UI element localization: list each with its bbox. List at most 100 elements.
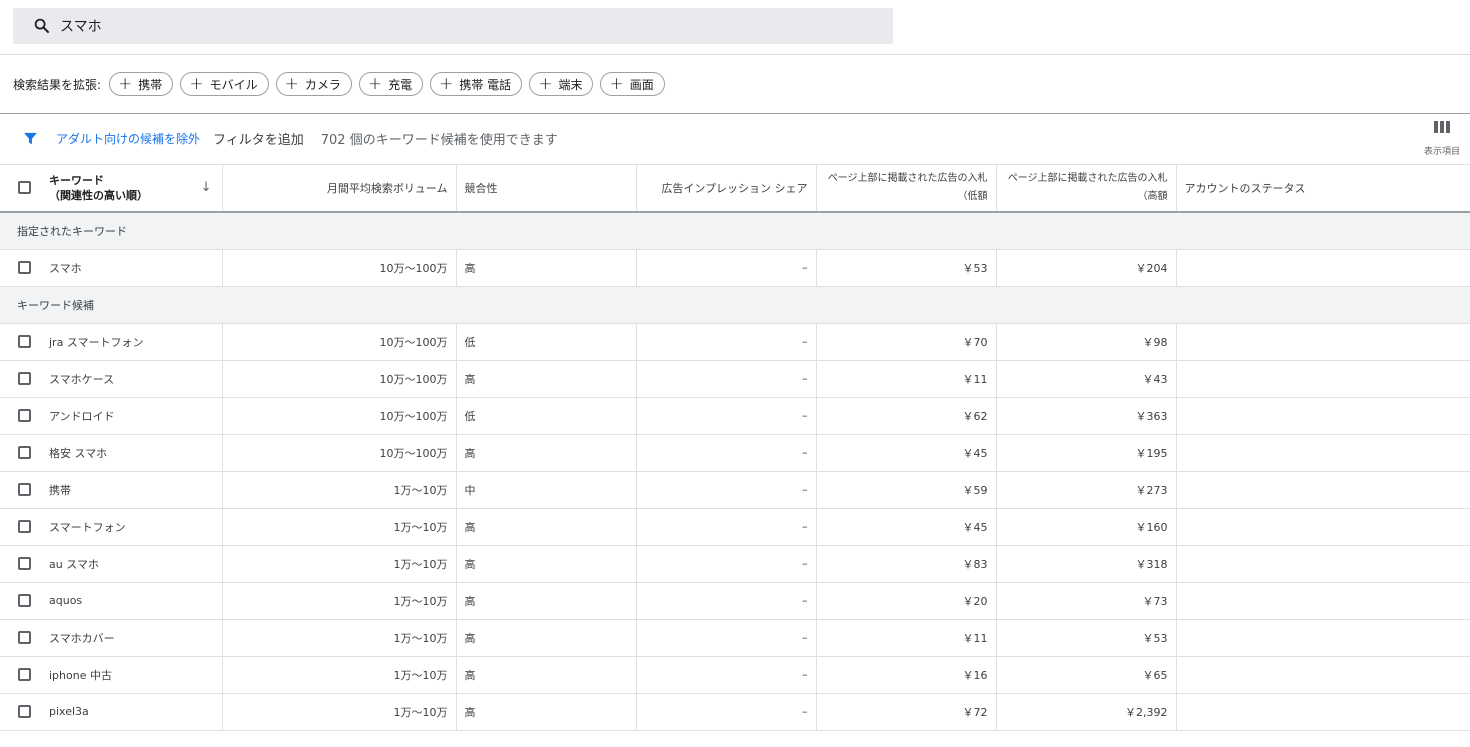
search-icon — [34, 18, 49, 33]
header-bid-high-line2: （高額 — [1137, 190, 1168, 202]
header-account-status[interactable]: アカウントのステータス — [1176, 164, 1470, 213]
competition-cell: 低 — [456, 397, 637, 435]
header-checkbox-cell[interactable] — [0, 164, 47, 213]
bid-high-cell: ￥65 — [996, 656, 1177, 694]
keyword-cell: 格安 スマホ — [47, 434, 223, 472]
header-keyword-line1: キーワード — [49, 173, 104, 187]
keyword-table: キーワード （関連性の高い順） ↓ 月間平均検索ボリューム 競合性 広告インプレ… — [0, 164, 1470, 731]
row-checkbox-cell[interactable] — [0, 249, 47, 287]
row-checkbox[interactable] — [18, 594, 31, 607]
header-bid-low-line1: ページ上部に掲載された広告の入札 — [827, 172, 988, 184]
table-body: 指定されたキーワード スマホ 10万～100万 高 – ￥53 ￥204 キーワ… — [0, 212, 1470, 731]
row-checkbox[interactable] — [18, 631, 31, 644]
status-cell — [1176, 693, 1470, 731]
filter-row: アダルト向けの候補を除外 フィルタを追加 702 個のキーワード候補を使用できま… — [22, 126, 558, 150]
search-bar[interactable]: スマホ — [13, 8, 893, 44]
share-cell: – — [636, 545, 817, 583]
header-competition[interactable]: 競合性 — [456, 164, 637, 213]
row-checkbox[interactable] — [18, 446, 31, 459]
share-cell: – — [636, 693, 817, 731]
expand-chip[interactable]: + 携帯 — [109, 72, 174, 96]
status-cell — [1176, 656, 1470, 694]
header-bid-low-line2: （低額 — [957, 190, 988, 202]
plus-icon: + — [118, 73, 133, 94]
competition-cell: 高 — [456, 619, 637, 657]
table-row: スマホカバー 1万～10万高 – ￥11 ￥53 — [0, 619, 1470, 657]
header-bid-low[interactable]: ページ上部に掲載された広告の入札 （低額 — [816, 164, 997, 213]
status-cell — [1176, 434, 1470, 472]
row-checkbox[interactable] — [18, 557, 31, 570]
row-checkbox-cell[interactable] — [0, 323, 47, 361]
keyword-count: 702 個のキーワード候補を使用できます — [320, 132, 558, 148]
exclude-adult-link[interactable]: アダルト向けの候補を除外 — [56, 130, 200, 147]
header-bid-high-line1: ページ上部に掲載された広告の入札 — [1007, 172, 1168, 184]
table-row: pixel3a 1万～10万高 – ￥72 ￥2,392 — [0, 693, 1470, 731]
share-cell: – — [636, 397, 817, 435]
divider — [0, 54, 1470, 55]
filter-icon[interactable] — [22, 130, 39, 147]
table-row: スマホケース 10万～100万高 – ￥11 ￥43 — [0, 360, 1470, 398]
arrow-down-icon[interactable]: ↓ — [201, 180, 212, 195]
row-checkbox-cell[interactable] — [0, 508, 47, 546]
row-checkbox-cell[interactable] — [0, 471, 47, 509]
competition-cell: 高 — [456, 360, 637, 398]
columns-button[interactable]: 表示項目 — [1420, 120, 1464, 157]
header-bid-high[interactable]: ページ上部に掲載された広告の入札 （高額 — [996, 164, 1177, 213]
plus-icon: + — [609, 73, 624, 94]
chip-label: 画面 — [629, 77, 654, 92]
search-input[interactable]: スマホ — [60, 16, 102, 36]
row-checkbox-cell[interactable] — [0, 545, 47, 583]
row-checkbox[interactable] — [18, 335, 31, 348]
expand-chip[interactable]: + カメラ — [275, 72, 352, 96]
status-cell — [1176, 323, 1470, 361]
expand-chip[interactable]: + 充電 — [358, 72, 424, 96]
header-volume[interactable]: 月間平均検索ボリューム — [222, 164, 457, 213]
keyword-cell: au スマホ — [47, 545, 223, 583]
row-checkbox-cell[interactable] — [0, 434, 47, 472]
row-checkbox[interactable] — [18, 668, 31, 681]
keyword-cell: スマホ — [47, 249, 223, 287]
volume-cell: 10万～100万 — [222, 397, 457, 435]
row-checkbox-cell[interactable] — [0, 582, 47, 620]
row-checkbox[interactable] — [18, 372, 31, 385]
expand-results-row: 検索結果を拡張: + 携帯 + モバイル + カメラ + 充電 + 携帯 電話 + 端末 +… — [13, 72, 672, 96]
row-checkbox[interactable] — [18, 520, 31, 533]
row-checkbox[interactable] — [18, 705, 31, 718]
row-checkbox[interactable] — [18, 261, 31, 274]
competition-cell: 高 — [456, 582, 637, 620]
add-filter-button[interactable]: フィルタを追加 — [213, 129, 304, 148]
chip-label: 充電 — [388, 77, 413, 92]
competition-cell: 高 — [456, 249, 637, 287]
competition-cell: 中 — [456, 471, 637, 509]
row-checkbox[interactable] — [18, 409, 31, 422]
bid-high-cell: ￥273 — [996, 471, 1177, 509]
row-checkbox-cell[interactable] — [0, 360, 47, 398]
chip-label: モバイル — [209, 77, 258, 92]
expand-chip[interactable]: + 端末 — [529, 72, 594, 96]
group-row-ideas: キーワード候補 — [0, 286, 1470, 324]
row-checkbox-cell[interactable] — [0, 693, 47, 731]
row-checkbox-cell[interactable] — [0, 397, 47, 435]
divider — [0, 113, 1470, 114]
bid-high-cell: ￥53 — [996, 619, 1177, 657]
volume-cell: 1万～10万 — [222, 619, 457, 657]
bid-low-cell: ￥53 — [816, 249, 997, 287]
row-checkbox-cell[interactable] — [0, 619, 47, 657]
competition-cell: 高 — [456, 656, 637, 694]
select-all-checkbox[interactable] — [18, 181, 31, 194]
volume-cell: 10万～100万 — [222, 323, 457, 361]
share-cell: – — [636, 582, 817, 620]
bid-high-cell: ￥73 — [996, 582, 1177, 620]
row-checkbox-cell[interactable] — [0, 656, 47, 694]
header-impression-share[interactable]: 広告インプレッション シェア — [636, 164, 817, 213]
competition-cell: 高 — [456, 693, 637, 731]
bid-low-cell: ￥83 — [816, 545, 997, 583]
volume-cell: 10万～100万 — [222, 434, 457, 472]
expand-chip[interactable]: + 携帯 電話 — [430, 72, 523, 96]
header-keyword[interactable]: キーワード （関連性の高い順） ↓ — [47, 164, 223, 213]
bid-low-cell: ￥70 — [816, 323, 997, 361]
expand-chip[interactable]: + モバイル — [180, 72, 269, 96]
row-checkbox[interactable] — [18, 483, 31, 496]
expand-chip[interactable]: + 画面 — [600, 72, 665, 96]
share-cell: – — [636, 619, 817, 657]
